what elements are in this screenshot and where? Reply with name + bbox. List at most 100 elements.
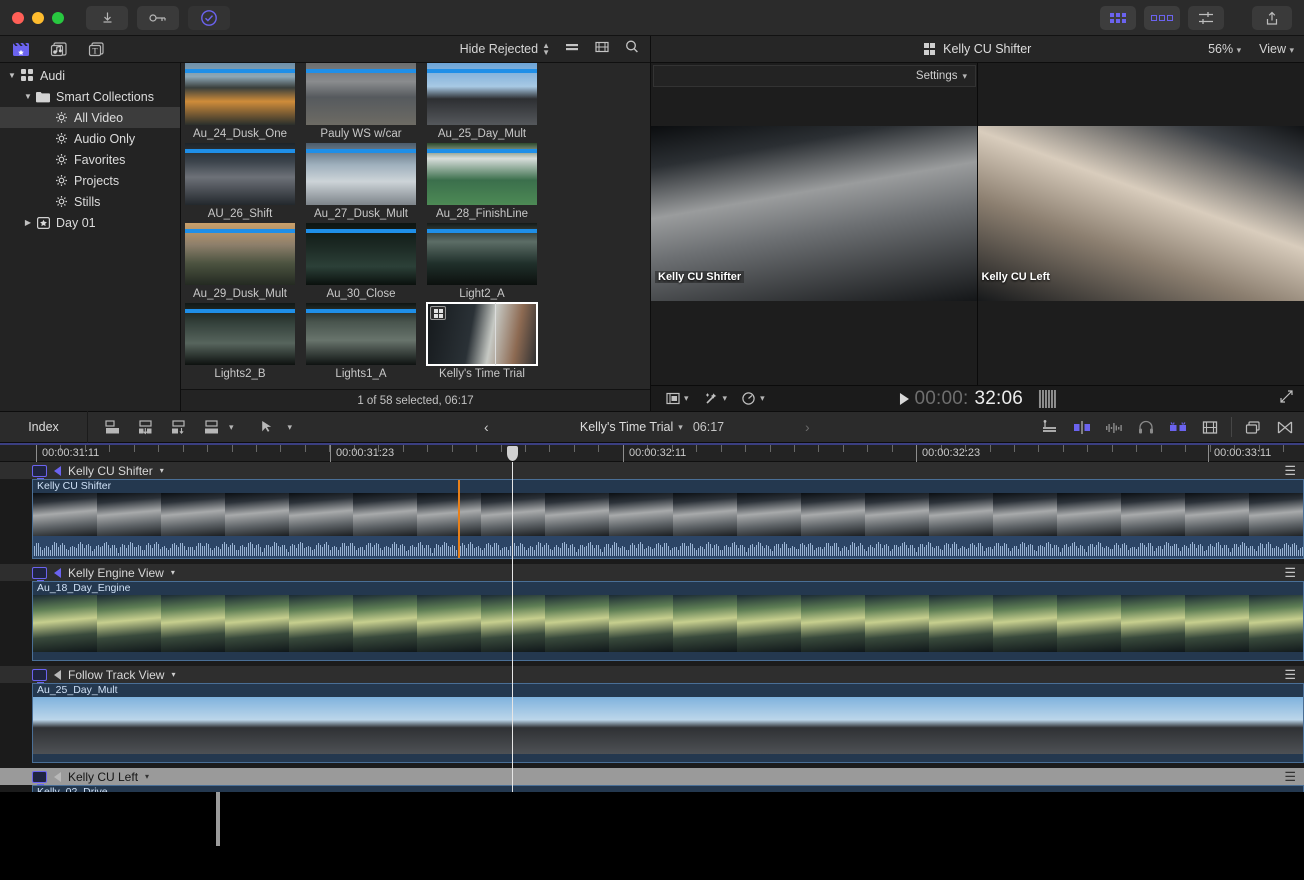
audio-monitor-icon[interactable] (54, 568, 61, 578)
effects-enhance-button[interactable]: ▾ (703, 391, 728, 406)
playhead-handle[interactable] (507, 446, 518, 461)
timeline-clip[interactable]: Kelly CU Shifter (32, 479, 1304, 559)
keywords-button[interactable] (137, 6, 179, 30)
clip-thumbnail[interactable]: Au_30_Close (306, 223, 426, 302)
retime-button[interactable]: ▾ (741, 391, 765, 406)
clip-edit-marker[interactable] (458, 480, 460, 558)
timeline-panel[interactable]: 00:00:31:1100:00:32:1100:00:31:2300:00:3… (0, 443, 1304, 792)
import-media-button[interactable] (86, 6, 128, 30)
clip-thumbnail[interactable]: Au_28_FinishLine (427, 143, 547, 222)
angle-cell-2[interactable]: Kelly CU Left (978, 63, 1304, 385)
video-monitor-icon[interactable] (32, 771, 47, 783)
audio-monitor-icon[interactable] (54, 772, 61, 782)
timeline-angle-track[interactable]: Kelly CU Left▾☰Kelly_02_Drive (0, 768, 1304, 792)
solo-button[interactable] (1103, 416, 1125, 438)
angle-settings-button[interactable]: Settings ▾ (653, 65, 976, 87)
video-monitor-icon[interactable] (32, 465, 47, 477)
disclosure-right-icon[interactable]: ▶ (22, 218, 34, 227)
clip-thumbnail[interactable]: Kelly's Time Trial (427, 303, 547, 382)
list-view-button[interactable] (564, 40, 580, 59)
timeline-toggle-button[interactable] (1144, 6, 1180, 30)
chevron-down-icon[interactable]: ▾ (171, 670, 175, 679)
clip-thumbnail[interactable]: Light2_A (427, 223, 547, 302)
zoom-window-button[interactable] (52, 12, 64, 24)
timeline-angle-track[interactable]: Kelly CU Shifter▾☰Kelly CU Shifter (0, 462, 1304, 559)
sidebar-item-smart-collections[interactable]: ▼Smart Collections (0, 86, 180, 107)
chevron-down-icon[interactable]: ▾ (229, 422, 234, 433)
share-button[interactable] (1252, 6, 1292, 30)
timeline-next-button[interactable]: › (805, 419, 810, 435)
disclosure-down-icon[interactable]: ▼ (6, 71, 18, 80)
filmstrip-view-button[interactable] (594, 40, 610, 59)
track-menu-icon[interactable]: ☰ (1284, 463, 1296, 479)
audio-monitor-icon[interactable] (54, 670, 61, 680)
event-browser[interactable]: Au_24_Dusk_OnePauly WS w/carAu_25_Day_Mu… (181, 63, 650, 389)
timeline-clip[interactable]: Au_18_Day_Engine (32, 581, 1304, 661)
filter-popup-button[interactable]: Hide Rejected ▲▼ (460, 42, 550, 56)
window-duplicate-button[interactable] (1242, 416, 1264, 438)
chevron-down-icon[interactable]: ▾ (288, 422, 293, 433)
library-sidebar[interactable]: ▼Audi▼Smart CollectionsAll VideoAudio On… (0, 63, 181, 411)
track-menu-icon[interactable]: ☰ (1284, 667, 1296, 683)
fullscreen-button[interactable] (1279, 389, 1294, 409)
sidebar-item-all-video[interactable]: All Video (0, 107, 180, 128)
track-header[interactable]: Follow Track View▾☰ (0, 666, 1304, 683)
sidebar-item-day-01[interactable]: ▶Day 01 (0, 212, 180, 233)
angle-cell-1[interactable]: Settings ▾ Kelly CU Shifter (651, 63, 978, 385)
photos-audio-button[interactable] (48, 39, 70, 59)
search-button[interactable] (624, 39, 640, 59)
chevron-down-icon[interactable]: ▾ (145, 772, 149, 781)
headphones-button[interactable] (1135, 416, 1157, 438)
video-monitor-icon[interactable] (32, 669, 47, 681)
sidebar-item-stills[interactable]: Stills (0, 191, 180, 212)
track-header[interactable]: Kelly CU Left▾☰ (0, 768, 1304, 785)
clip-thumbnail[interactable]: Au_27_Dusk_Mult (306, 143, 426, 222)
sidebar-item-favorites[interactable]: Favorites (0, 149, 180, 170)
track-menu-icon[interactable]: ☰ (1284, 565, 1296, 581)
analysis-button[interactable] (188, 6, 230, 30)
timecode-scrubber[interactable] (1039, 390, 1056, 408)
insert-clip-button[interactable] (134, 416, 156, 438)
skimming-button[interactable] (1039, 416, 1061, 438)
viewer-timecode[interactable]: 00:00: 32:06 (899, 388, 1055, 410)
video-monitor-icon[interactable] (32, 567, 47, 579)
clip-thumbnail[interactable]: Au_29_Dusk_Mult (185, 223, 305, 302)
audio-skimming-button[interactable] (1071, 416, 1093, 438)
timeline-project-menu[interactable]: Kelly's Time Trial ▾ (580, 420, 683, 434)
timeline-playhead[interactable] (512, 462, 513, 792)
clip-thumbnail[interactable]: Au_25_Day_Mult (427, 63, 547, 142)
track-header[interactable]: Kelly CU Shifter▾☰ (0, 462, 1304, 479)
audio-monitor-icon[interactable] (54, 466, 61, 476)
chevron-down-icon[interactable]: ▾ (160, 466, 164, 475)
inspector-toggle-button[interactable] (1188, 6, 1224, 30)
track-menu-icon[interactable]: ☰ (1284, 769, 1296, 785)
timeline-prev-button[interactable]: ‹ (484, 419, 489, 435)
sidebar-item-audio-only[interactable]: Audio Only (0, 128, 180, 149)
timeline-angle-track[interactable]: Kelly Engine View▾☰Au_18_Day_Engine (0, 564, 1304, 661)
tool-select-button[interactable] (255, 416, 277, 438)
video-scopes-button[interactable]: ▾ (665, 391, 689, 406)
clip-thumbnail[interactable]: AU_26_Shift (185, 143, 305, 222)
viewer-view-menu[interactable]: View ▾ (1259, 42, 1294, 56)
chevron-down-icon[interactable]: ▾ (171, 568, 175, 577)
clip-thumbnail[interactable]: Pauly WS w/car (306, 63, 426, 142)
track-header[interactable]: Kelly Engine View▾☰ (0, 564, 1304, 581)
timeline-clip[interactable]: Kelly_02_Drive (32, 785, 1304, 792)
clip-thumbnail[interactable]: Lights2_B (185, 303, 305, 382)
sidebar-item-projects[interactable]: Projects (0, 170, 180, 191)
browser-toggle-button[interactable] (1100, 6, 1136, 30)
minimize-window-button[interactable] (32, 12, 44, 24)
clip-thumbnail[interactable]: Au_24_Dusk_One (185, 63, 305, 142)
snapping-button[interactable] (1167, 416, 1189, 438)
sidebar-item-audi[interactable]: ▼Audi (0, 65, 180, 86)
timeline-ruler[interactable]: 00:00:31:1100:00:32:1100:00:31:2300:00:3… (0, 443, 1304, 462)
viewer-zoom-menu[interactable]: 56% ▾ (1208, 42, 1241, 56)
overwrite-clip-button[interactable] (200, 416, 222, 438)
timeline-clip[interactable]: Au_25_Day_Mult (32, 683, 1304, 763)
connect-clip-button[interactable] (101, 416, 123, 438)
timeline-history-button[interactable] (1274, 416, 1296, 438)
clip-thumbnail[interactable]: Lights1_A (306, 303, 426, 382)
clip-appearance-button[interactable] (1199, 416, 1221, 438)
timeline-index-button[interactable]: Index (0, 411, 88, 443)
titles-generators-button[interactable]: T (86, 39, 108, 59)
